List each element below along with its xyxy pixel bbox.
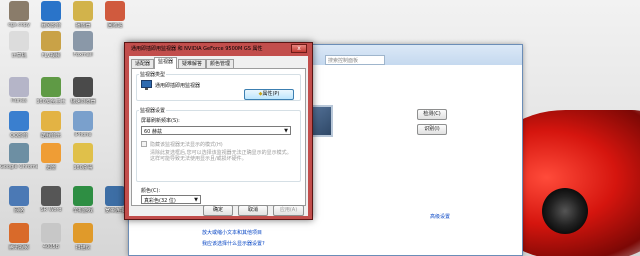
- tab-monitor[interactable]: 监视器: [154, 57, 178, 69]
- refresh-rate-value: 60 赫兹: [144, 129, 162, 135]
- app-icon: [105, 186, 125, 206]
- app-icon: [73, 77, 93, 97]
- app-icon: [73, 223, 93, 243]
- monitor-properties-dialog: 通用即插即用监视器 和 NVIDIA GeForce 9500M GS 属性 x…: [124, 42, 313, 220]
- app-icon: [9, 186, 29, 206]
- desktop-icon-label: 回收站: [107, 23, 123, 29]
- app-icon: [73, 1, 93, 21]
- hide-modes-label: 隐藏该监视器无法显示的模式(H): [150, 142, 223, 148]
- dialog-title: 通用即插即用监视器 和 NVIDIA GeForce 9500M GS 属性: [131, 46, 263, 52]
- desktop-icon-label: Foxmail: [73, 52, 93, 58]
- app-icon: [41, 1, 61, 21]
- app-icon: [9, 77, 29, 97]
- text-size-link[interactable]: 放大或缩小文本和其他项目: [202, 229, 262, 236]
- advanced-settings-link[interactable]: 高级设置: [430, 213, 450, 220]
- tab-color-management[interactable]: 颜色管理: [206, 59, 235, 68]
- desktop-icon[interactable]: 极速浏览器: [64, 76, 102, 112]
- monitor-tab-panel: 监视器类型 通用即插即用监视器 ◆属性(P) 监视器设置 屏幕刷新频率(S): …: [131, 68, 306, 206]
- refresh-rate-select[interactable]: 60 赫兹 ▼: [141, 126, 291, 135]
- desktop-icon[interactable]: 扫描仪: [64, 222, 102, 256]
- monitor-icon: [141, 80, 152, 90]
- cancel-button[interactable]: 取消: [238, 205, 268, 216]
- app-icon: [9, 143, 29, 163]
- monitor-name: 通用即插即用监视器: [155, 83, 201, 89]
- app-icon: [9, 31, 29, 51]
- ok-button[interactable]: 确定: [203, 205, 233, 216]
- hide-modes-checkbox[interactable]: [141, 141, 147, 147]
- app-icon: [41, 186, 61, 206]
- app-icon: [9, 1, 29, 21]
- monitor-type-title: 监视器类型: [139, 71, 167, 78]
- app-icon: [73, 111, 93, 131]
- detect-button[interactable]: 检测(C): [417, 109, 447, 120]
- chevron-down-icon: ▼: [284, 128, 288, 134]
- desktop-icon-label: 极速浏览器: [70, 99, 96, 105]
- app-icon: [105, 1, 125, 21]
- properties-label: 属性(P): [262, 91, 280, 97]
- app-icon: [73, 31, 93, 51]
- app-icon: [41, 77, 61, 97]
- desktop-icon[interactable]: iPhone: [64, 110, 102, 146]
- app-icon: [41, 143, 61, 163]
- identify-button[interactable]: 识别(I): [417, 124, 447, 135]
- colors-select[interactable]: 真彩色(32 位) ▼: [141, 195, 201, 204]
- dialog-body: 适配器 监视器 疑难解答 颜色管理 监视器类型 通用即插即用监视器 ◆属性(P)…: [129, 56, 308, 216]
- app-icon: [9, 111, 29, 131]
- tab-troubleshoot[interactable]: 疑难解答: [178, 59, 207, 68]
- app-icon: [41, 111, 61, 131]
- app-icon: [73, 143, 93, 163]
- app-icon: [41, 31, 61, 51]
- chevron-down-icon: ▼: [194, 197, 198, 203]
- apply-button[interactable]: 应用(A): [273, 205, 304, 216]
- desktop-icon-label: 360杀毒: [73, 165, 93, 171]
- monitor-settings-title: 监视器设置: [139, 107, 167, 114]
- which-settings-link[interactable]: 我应该选择什么显示器设置?: [202, 240, 265, 247]
- app-icon: [73, 186, 93, 206]
- app-icon: [9, 223, 29, 243]
- properties-button[interactable]: ◆属性(P): [244, 89, 294, 100]
- search-control-panel-input[interactable]: 搜索控制面板: [325, 55, 385, 65]
- warning-text: 清除此复选框后,您可以选择该监视器无法正确显示的显示模式。这样可能导致无法使用显…: [150, 150, 292, 162]
- desktop-icon[interactable]: 360杀毒: [64, 142, 102, 178]
- colors-value: 真彩色(32 位): [144, 198, 176, 204]
- colors-label: 颜色(C):: [141, 188, 161, 194]
- app-icon: [41, 223, 61, 243]
- desktop-icon[interactable]: 回收站: [96, 0, 134, 36]
- desktop-icon-label: 扫描仪: [75, 245, 91, 251]
- desktop-icon-label: iPhone: [74, 132, 92, 138]
- close-button[interactable]: x: [291, 44, 307, 53]
- tab-adapter[interactable]: 适配器: [131, 59, 155, 68]
- desktop-wallpaper-wheel: [542, 188, 588, 234]
- refresh-rate-label: 屏幕刷新频率(S):: [141, 118, 180, 124]
